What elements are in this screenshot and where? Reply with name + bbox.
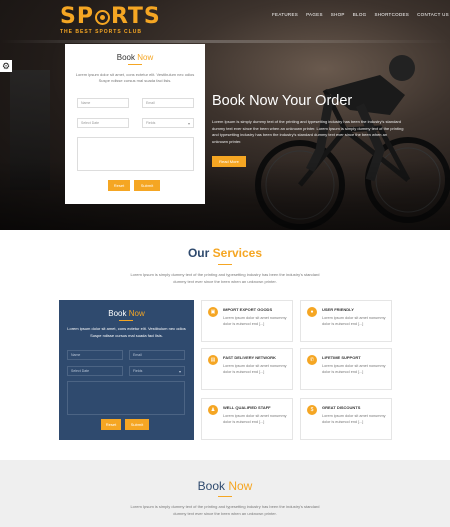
hero-text: Lorem Ipsum is simply dummy text of the … [212, 119, 404, 144]
services-desc: Lorem Ipsum is simply dummy text of the … [130, 272, 320, 284]
service-title: IMPORT EXPORT GOODS [223, 307, 273, 312]
delivery-icon: ▤ [208, 355, 218, 365]
reset-button[interactable]: Reset [101, 419, 121, 430]
hero-headline: Book Now Your Order [212, 93, 353, 109]
service-title: USER FRIENDLY [322, 307, 354, 312]
book-now-title: Book Now [197, 479, 253, 493]
user-icon: ● [307, 307, 317, 317]
nav-features[interactable]: FEATURES [272, 12, 298, 17]
service-card-discounts[interactable]: $ GREAT DISCOUNTS Lorem ipsum dolor sit … [300, 398, 392, 440]
title-underline [128, 64, 142, 65]
message-textarea[interactable] [77, 137, 194, 171]
services-title: Our Services [187, 246, 263, 260]
nav-blog[interactable]: BLOG [353, 12, 367, 17]
service-desc: Lorem ipsum dolor sit amet nonummy dolor… [322, 316, 386, 327]
name-field[interactable]: Name [67, 350, 123, 360]
service-desc: Lorem ipsum dolor sit amet nonummy dolor… [223, 414, 287, 425]
settings-gear-icon[interactable]: ⚙ [0, 60, 12, 72]
nav-pages[interactable]: PAGES [306, 12, 323, 17]
title-underline [218, 264, 232, 265]
date-field[interactable]: Select Date [77, 118, 129, 128]
site-logo[interactable]: SP RTS THE BEST SPORTS CLUB [60, 4, 161, 36]
submit-button[interactable]: Submit [134, 180, 160, 191]
booking-form: Book Now Lorem ipsum dolor sit amet, con… [65, 44, 205, 204]
service-card-lifetime-support[interactable]: ✆ LIFETIME SUPPORT Lorem ipsum dolor sit… [300, 348, 392, 390]
main-nav: FEATURES PAGES SHOP BLOG SHORTCODES CONT… [272, 12, 449, 17]
service-title: LIFETIME SUPPORT [322, 355, 361, 360]
read-more-button[interactable]: Read More [212, 156, 246, 167]
service-desc: Lorem ipsum dolor sit amet nonummy dolor… [223, 364, 287, 375]
service-card-import-export[interactable]: ▣ IMPORT EXPORT GOODS Lorem ipsum dolor … [201, 300, 293, 342]
nav-contact[interactable]: CONTACT US [417, 12, 449, 17]
dark-form-desc: Lorem ipsum dolor sit amet, cons ectetur… [67, 326, 186, 338]
service-card-qualified-staff[interactable]: ♟ WELL QUALIFIED STAFF Lorem ipsum dolor… [201, 398, 293, 440]
reset-button[interactable]: Reset [108, 180, 130, 191]
chevron-down-icon: ▾ [187, 121, 190, 126]
discount-icon: $ [307, 405, 317, 415]
submit-button[interactable]: Submit [125, 419, 149, 430]
logo-brand: SP RTS [60, 4, 161, 29]
dark-booking-form: Book Now Lorem ipsum dolor sit amet, con… [59, 300, 194, 440]
truck-icon: ▣ [208, 307, 218, 317]
dark-form-title: Book Now [108, 309, 145, 318]
nav-shortcodes[interactable]: SHORTCODES [374, 12, 409, 17]
chevron-down-icon: ▾ [178, 369, 181, 374]
booking-form-desc: Lorem ipsum dolor sit amet, cons ectetur… [75, 72, 195, 83]
service-title: WELL QUALIFIED STAFF [223, 405, 271, 410]
nav-shop[interactable]: SHOP [331, 12, 345, 17]
email-field[interactable]: Email [142, 98, 194, 108]
service-title: FAST DELIVERY NETWORK [223, 355, 276, 360]
service-card-user-friendly[interactable]: ● USER FRIENDLY Lorem ipsum dolor sit am… [300, 300, 392, 342]
ball-icon [94, 10, 110, 25]
fields-select[interactable]: Fields ▾ [142, 118, 194, 128]
service-card-fast-delivery[interactable]: ▤ FAST DELIVERY NETWORK Lorem ipsum dolo… [201, 348, 293, 390]
service-desc: Lorem ipsum dolor sit amet nonummy dolor… [322, 414, 386, 425]
date-field[interactable]: Select Date [67, 366, 123, 376]
service-desc: Lorem ipsum dolor sit amet nonummy dolor… [223, 316, 287, 327]
email-field[interactable]: Email [129, 350, 185, 360]
logo-tagline: THE BEST SPORTS CLUB [60, 29, 142, 35]
book-now-desc: Lorem Ipsum is simply dummy text of the … [130, 504, 320, 516]
message-textarea[interactable] [67, 381, 185, 415]
name-field[interactable]: Name [77, 98, 129, 108]
service-title: GREAT DISCOUNTS [322, 405, 361, 410]
title-underline [218, 496, 232, 497]
support-icon: ✆ [307, 355, 317, 365]
book-now-section: Book Now Lorem Ipsum is simply dummy tex… [0, 460, 450, 527]
staff-icon: ♟ [208, 405, 218, 415]
booking-form-title: Book Now [116, 53, 154, 62]
fields-select[interactable]: Fields ▾ [129, 366, 185, 376]
title-underline [119, 320, 133, 321]
service-desc: Lorem ipsum dolor sit amet nonummy dolor… [322, 364, 386, 375]
